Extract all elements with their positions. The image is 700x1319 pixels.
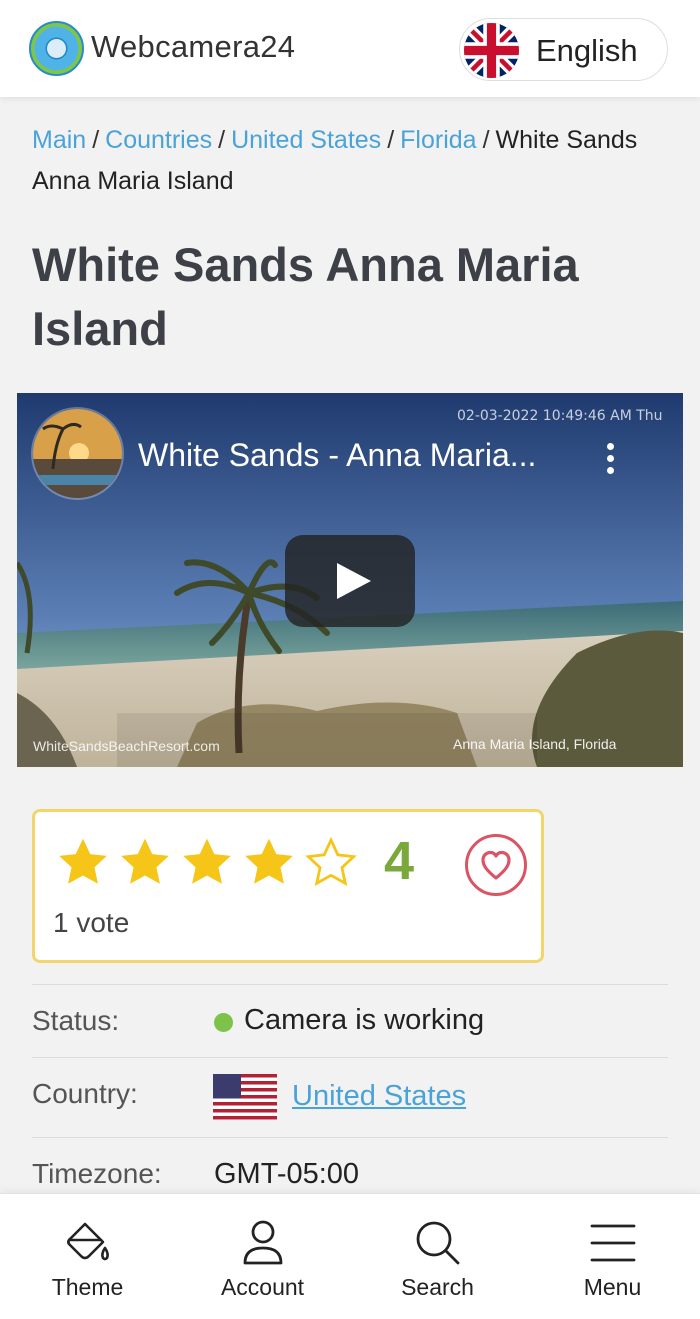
hamburger-menu-icon [590,1224,636,1262]
star-filled-icon[interactable] [55,834,111,890]
status-indicator-icon [214,1013,233,1032]
nav-menu-label: Menu [583,1274,642,1300]
breadcrumb-main[interactable]: Main [32,126,86,154]
video-title[interactable]: White Sands - Anna Maria... [138,437,578,474]
breadcrumb-separator: / [218,126,226,154]
rating-value: 4 [384,831,415,891]
us-flag-icon [213,1074,277,1120]
heart-icon [481,850,511,880]
more-options-icon[interactable] [599,441,621,475]
breadcrumb: Main / Countries / United States / Florida / Whi… [32,120,672,202]
user-icon [243,1220,283,1265]
vote-count: 1 vote [53,907,130,938]
language-selector[interactable]: English [459,18,668,81]
timezone-value: GMT-05:00 [214,1158,360,1190]
breadcrumb-separator: / [387,126,395,154]
timezone-label: Timezone: [32,1158,162,1189]
status-value: Camera is working [244,1004,485,1036]
site-brand-name[interactable]: Webcamera24 [91,29,295,65]
video-watermark-left: WhiteSandsBeachResort.com [33,738,220,754]
nav-search-label: Search [401,1274,474,1300]
breadcrumb-separator: / [482,126,490,154]
star-empty-icon[interactable] [303,834,359,890]
top-header: Webcamera24 English [0,0,700,97]
star-filled-icon[interactable] [241,834,297,890]
timezone-row: Timezone: GMT-05:00 [32,1137,668,1197]
search-icon [416,1221,460,1265]
breadcrumb-united-states[interactable]: United States [231,126,381,154]
site-logo-icon[interactable] [29,21,84,76]
breadcrumb-separator: / [92,126,100,154]
nav-account[interactable]: Account [175,1194,350,1319]
video-timestamp: 02-03-2022 10:49:46 AM Thu [457,408,663,424]
language-label: English [536,33,638,68]
webcam-video-player[interactable]: White Sands - Anna Maria... 02-03-2022 1… [17,393,683,767]
star-filled-icon[interactable] [117,834,173,890]
uk-flag-icon [464,23,519,78]
nav-account-label: Account [220,1274,305,1300]
star-filled-icon[interactable] [179,834,235,890]
breadcrumb-countries[interactable]: Countries [105,126,212,154]
page-title: White Sands Anna Maria Island [32,238,579,355]
bottom-navigation: Theme Account Search Menu [0,1193,700,1319]
channel-avatar[interactable] [31,407,124,500]
country-label: Country: [32,1078,138,1109]
favorite-button[interactable] [465,834,527,896]
country-row: Country: United States [32,1057,668,1137]
paint-bucket-icon [67,1222,109,1261]
video-watermark-right: Anna Maria Island, Florida [453,736,617,752]
country-link[interactable]: United States [292,1080,466,1113]
rating-box: 4 1 vote [32,809,544,963]
nav-theme[interactable]: Theme [0,1194,175,1319]
status-row: Status: Camera is working [32,984,668,1057]
nav-theme-label: Theme [51,1274,124,1300]
status-label: Status: [32,1005,120,1036]
nav-search[interactable]: Search [350,1194,525,1319]
play-button-icon[interactable] [285,535,415,627]
nav-menu[interactable]: Menu [525,1194,700,1319]
breadcrumb-florida[interactable]: Florida [400,126,476,154]
